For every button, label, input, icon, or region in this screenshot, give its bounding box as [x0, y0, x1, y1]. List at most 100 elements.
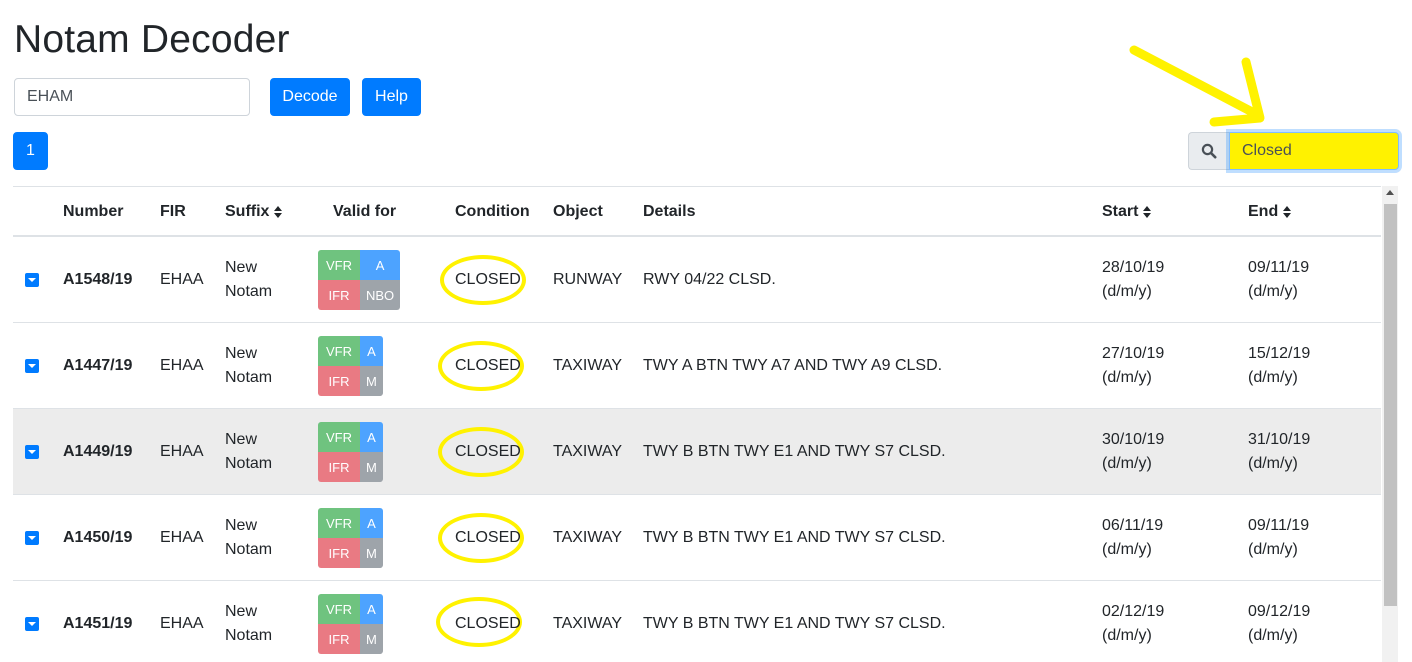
ifr-badge: IFR [318, 624, 360, 654]
notam-object: TAXIWAY [553, 443, 623, 460]
notam-number: A1447/19 [63, 357, 133, 374]
table-header: Number FIR Suffix Valid for Condition Ob… [13, 187, 1381, 237]
scope-badge: A [360, 594, 383, 624]
valid-for-badges: VFR A IFR M [318, 422, 383, 482]
notam-number: A1449/19 [63, 443, 133, 460]
notam-suffix: New Notam [225, 345, 273, 386]
scope-badge: M [360, 452, 383, 482]
vfr-badge: VFR [318, 336, 360, 366]
sort-icon [274, 206, 283, 218]
notam-end: 09/11/19 (d/m/y) [1248, 259, 1310, 300]
table-row[interactable]: A1447/19 EHAA New Notam VFR A IFR M CLOSE… [13, 323, 1381, 409]
notam-object: TAXIWAY [553, 615, 623, 632]
table-row[interactable]: A1450/19 EHAA New Notam VFR A IFR M CLOSE… [13, 495, 1381, 581]
notam-details: RWY 04/22 CLSD. [643, 271, 776, 288]
ifr-badge: IFR [318, 452, 360, 482]
scope-badge: A [360, 250, 401, 280]
header-object: Object [553, 203, 603, 220]
header-number[interactable]: Number [63, 187, 123, 237]
notam-fir: EHAA [160, 529, 204, 546]
notam-condition: CLOSED [455, 443, 521, 460]
scope-badge: NBO [360, 280, 401, 310]
ifr-badge: IFR [318, 538, 360, 568]
notam-start: 06/11/19 (d/m/y) [1102, 517, 1164, 558]
notam-suffix: New Notam [225, 517, 273, 558]
valid-for-badges: VFR A IFR M [318, 594, 383, 654]
scroll-up-arrow-icon[interactable] [1386, 190, 1394, 195]
notam-fir: EHAA [160, 443, 204, 460]
expand-row-icon[interactable] [25, 617, 39, 631]
notam-number: A1451/19 [63, 615, 133, 632]
vfr-badge: VFR [318, 594, 360, 624]
sort-icon [1283, 206, 1292, 218]
notam-start: 27/10/19 (d/m/y) [1102, 345, 1165, 386]
header-details: Details [643, 203, 696, 220]
filter-search-input[interactable] [1229, 132, 1399, 170]
decode-button[interactable]: Decode [270, 78, 350, 116]
notam-suffix: New Notam [225, 603, 273, 644]
vfr-badge: VFR [318, 422, 360, 452]
notam-object: TAXIWAY [553, 529, 623, 546]
notam-fir: EHAA [160, 271, 204, 288]
expand-row-icon[interactable] [25, 445, 39, 459]
notam-start: 02/12/19 (d/m/y) [1102, 603, 1165, 644]
search-button[interactable] [1188, 132, 1229, 170]
header-start[interactable]: Start [1102, 187, 1152, 237]
expand-row-icon[interactable] [25, 531, 39, 545]
scope-badge: M [360, 538, 383, 568]
notam-start: 28/10/19 (d/m/y) [1102, 259, 1165, 300]
notam-number: A1548/19 [63, 271, 133, 288]
notam-condition: CLOSED [455, 615, 521, 632]
header-condition: Condition [455, 203, 530, 220]
notam-fir: EHAA [160, 357, 204, 374]
table-row[interactable]: A1548/19 EHAA New Notam VFR A IFR NBO CLO… [13, 237, 1381, 323]
sort-icon [1143, 206, 1152, 218]
header-suffix[interactable]: Suffix [225, 187, 283, 237]
notam-suffix: New Notam [225, 259, 273, 300]
header-valid-for: Valid for [333, 203, 397, 220]
expand-row-icon[interactable] [25, 359, 39, 373]
table-row[interactable]: A1451/19 EHAA New Notam VFR A IFR M CLOSE… [13, 581, 1381, 662]
notam-end: 09/12/19 (d/m/y) [1248, 603, 1311, 644]
pagination-page-1[interactable]: 1 [13, 132, 48, 170]
ifr-badge: IFR [318, 366, 360, 396]
scrollbar-thumb[interactable] [1384, 204, 1397, 606]
notam-table: Number FIR Suffix Valid for Condition Ob… [13, 186, 1381, 662]
scope-badge: M [360, 624, 383, 654]
notam-end: 09/11/19 (d/m/y) [1248, 517, 1310, 558]
search-icon [1201, 143, 1217, 159]
notam-condition: CLOSED [455, 357, 521, 374]
help-button[interactable]: Help [362, 78, 421, 116]
valid-for-badges: VFR A IFR M [318, 508, 383, 568]
notam-object: TAXIWAY [553, 357, 623, 374]
ifr-badge: IFR [318, 280, 360, 310]
notam-end: 31/10/19 (d/m/y) [1248, 431, 1311, 472]
notam-end: 15/12/19 (d/m/y) [1248, 345, 1311, 386]
highlight-arrow-icon [1129, 45, 1265, 127]
scope-badge: A [360, 422, 383, 452]
table-scrollbar[interactable] [1382, 186, 1398, 662]
notam-suffix: New Notam [225, 431, 273, 472]
notam-condition: CLOSED [455, 271, 521, 288]
scope-badge: M [360, 366, 383, 396]
vfr-badge: VFR [318, 250, 360, 280]
notam-start: 30/10/19 (d/m/y) [1102, 431, 1165, 472]
scope-badge: A [360, 336, 383, 366]
notam-details: TWY A BTN TWY A7 AND TWY A9 CLSD. [643, 357, 943, 374]
header-end[interactable]: End [1248, 187, 1292, 237]
valid-for-badges: VFR A IFR NBO [318, 250, 401, 310]
header-fir: FIR [160, 203, 186, 220]
vfr-badge: VFR [318, 508, 360, 538]
notam-details: TWY B BTN TWY E1 AND TWY S7 CLSD. [643, 529, 946, 546]
notam-object: RUNWAY [553, 271, 623, 288]
notam-details: TWY B BTN TWY E1 AND TWY S7 CLSD. [643, 615, 946, 632]
scope-badge: A [360, 508, 383, 538]
notam-details: TWY B BTN TWY E1 AND TWY S7 CLSD. [643, 443, 946, 460]
table-row[interactable]: A1449/19 EHAA New Notam VFR A IFR M CLOSE… [13, 409, 1381, 495]
notam-fir: EHAA [160, 615, 204, 632]
notam-condition: CLOSED [455, 529, 521, 546]
page-title: Notam Decoder [14, 18, 290, 61]
expand-row-icon[interactable] [25, 273, 39, 287]
notam-number: A1450/19 [63, 529, 133, 546]
icao-input[interactable] [14, 78, 250, 116]
